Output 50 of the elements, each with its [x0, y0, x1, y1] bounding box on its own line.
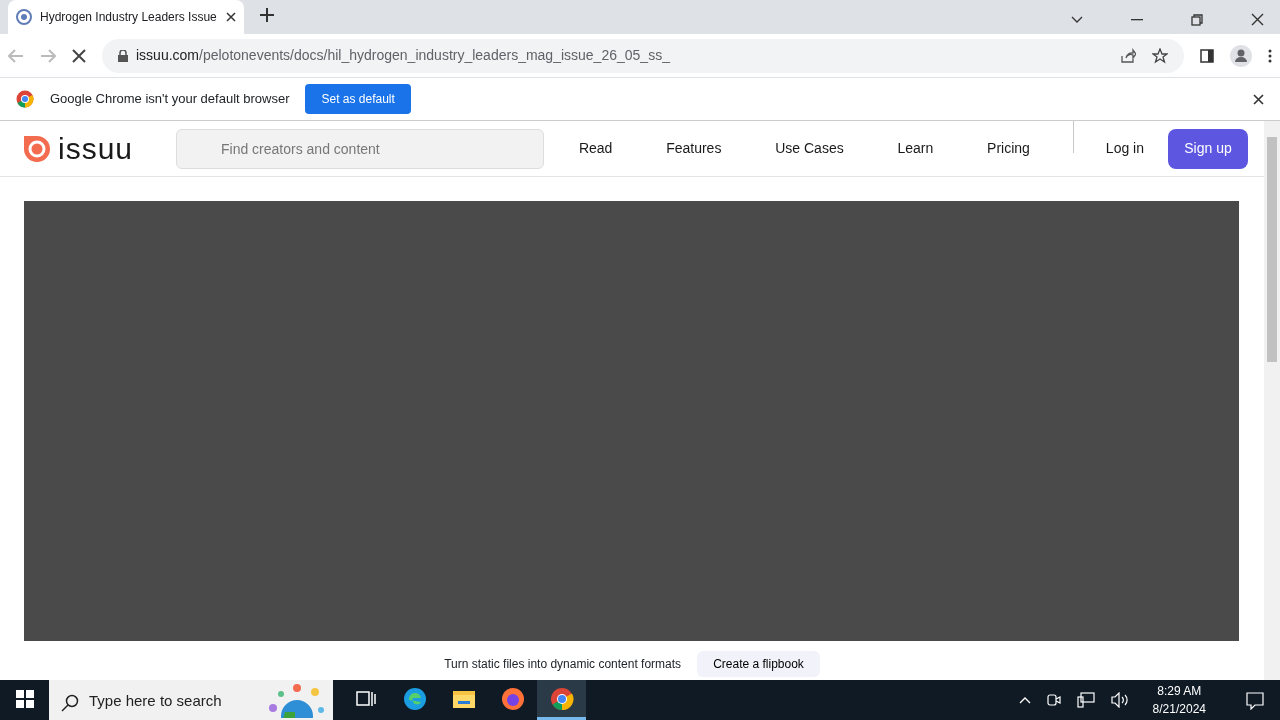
set-default-button[interactable]: Set as default	[305, 84, 411, 114]
chevron-up-icon[interactable]	[1018, 696, 1031, 704]
notification-icon[interactable]	[1246, 691, 1264, 710]
scrollbar[interactable]	[1264, 121, 1280, 680]
url-host: issuu.com	[136, 47, 200, 63]
create-flipbook-button[interactable]: Create a flipbook	[697, 651, 820, 677]
close-icon[interactable]	[1253, 94, 1264, 106]
restore-icon[interactable]	[1191, 13, 1203, 26]
windows-icon	[15, 689, 34, 708]
url-path: /pelotonevents/docs/hil_hydrogen_industry_leaders_mag_issue_26_05_ss_	[199, 47, 670, 63]
star-icon[interactable]	[1152, 47, 1168, 64]
camera-icon[interactable]	[1046, 692, 1061, 708]
folder-icon	[451, 688, 476, 709]
network-icon[interactable]	[1076, 692, 1095, 708]
taskbar-app-button[interactable]	[537, 680, 586, 720]
close-icon[interactable]	[226, 12, 236, 22]
nav-link[interactable]: Learn	[897, 138, 934, 159]
infobar-message: Google Chrome isn't your default browser	[50, 90, 290, 109]
nav-link[interactable]: Features	[666, 138, 722, 159]
new-tab-icon[interactable]	[260, 7, 274, 22]
globe-icon	[16, 9, 32, 25]
side-panel-icon[interactable]	[1200, 48, 1214, 63]
task-view-icon	[355, 689, 376, 708]
clock-time: 8:29 AM	[1156, 683, 1203, 700]
nav-link[interactable]: Pricing	[987, 138, 1030, 159]
clock-date: 8/21/2024	[1152, 701, 1206, 718]
logo[interactable]: issuu	[58, 133, 134, 164]
search-field[interactable]: Find creators and content	[176, 128, 544, 169]
close-icon[interactable]	[1251, 13, 1264, 26]
nav-link[interactable]: Use Cases	[775, 138, 844, 159]
login-link[interactable]: Log in	[1105, 138, 1144, 159]
minimize-icon[interactable]	[1131, 18, 1143, 21]
banner-text: Turn static files into dynamic content formats	[444, 656, 682, 673]
volume-icon[interactable]	[1110, 692, 1129, 708]
search-icon	[61, 693, 79, 712]
clock[interactable]: 8:29 AM 8/21/2024	[1144, 682, 1214, 718]
signup-button[interactable]: Sign up	[1168, 128, 1248, 169]
share-icon[interactable]	[1120, 47, 1136, 64]
chrome-icon	[549, 686, 574, 711]
taskbar-search-field[interactable]: Type here to search	[49, 680, 333, 720]
issuu-logo-icon	[24, 135, 50, 162]
stop-icon[interactable]	[72, 48, 86, 63]
address-bar[interactable]: issuu.com/pelotonevents/docs/hil_hydrogen_industry_leaders_mag_issue_26_05_ss_	[102, 38, 1184, 73]
lock-icon	[118, 49, 128, 62]
nav-link[interactable]: Read	[578, 138, 613, 159]
scroll-thumb[interactable]	[1267, 137, 1277, 362]
chrome-icon	[16, 90, 34, 108]
chevron-down-icon[interactable]	[1071, 15, 1083, 24]
more-icon[interactable]	[1268, 48, 1272, 63]
profile-icon[interactable]	[1230, 44, 1252, 67]
